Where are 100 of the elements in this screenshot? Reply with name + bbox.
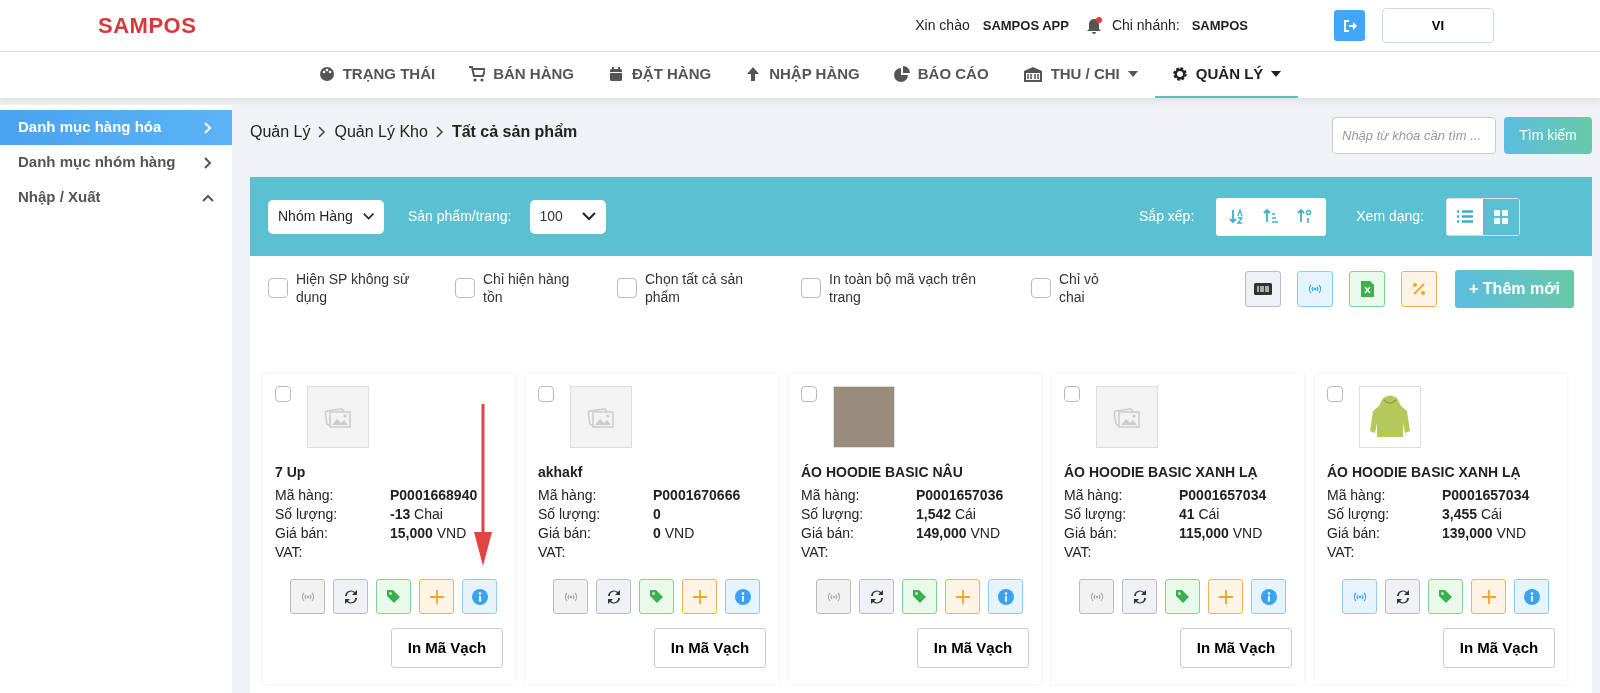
print-barcode-button[interactable]: In Mã Vạch [654,628,766,668]
info-button[interactable] [988,579,1023,614]
sidebar-item[interactable]: Nhập / Xuất [0,180,232,215]
add-button[interactable] [1471,579,1506,614]
info-icon [1523,588,1540,605]
rfid-button[interactable] [290,579,325,614]
search-field[interactable]: Nhập từ khóa cần tìm ... [1332,117,1496,154]
checkbox[interactable] [455,278,475,298]
field-label: Mã hàng: [538,486,598,505]
add-button[interactable] [1208,579,1243,614]
product-name: 7 Up [275,463,307,482]
info-button[interactable] [1514,579,1549,614]
rfid-button[interactable] [1079,579,1114,614]
sort-alphabetical-icon [1229,209,1246,224]
plus-icon [691,588,708,605]
chevron-right-icon [318,126,327,138]
tag-button[interactable] [376,579,411,614]
nav-tab[interactable]: THU / CHI [1005,52,1155,98]
rfid-button[interactable] [553,579,588,614]
product-name: akhakf [538,463,584,482]
sort-amount-icon [1263,209,1280,224]
discount-button[interactable] [1401,271,1438,307]
info-button[interactable] [462,579,497,614]
tag-icon [648,588,665,605]
add-button[interactable] [945,579,980,614]
checkbox[interactable] [801,278,821,298]
checkbox-label: Chỉ vỏ chai [1059,270,1100,306]
nav-tab[interactable]: BÁN HÀNG [452,52,592,98]
field-label: Mã hàng: [1327,486,1387,505]
tag-button[interactable] [1428,579,1463,614]
rfid-button[interactable] [1342,579,1377,614]
breadcrumb-link[interactable]: Quản Lý Kho [334,120,428,144]
pie-chart-icon [893,66,910,82]
tag-button[interactable] [902,579,937,614]
grid-icon [1494,209,1508,224]
field-value: 149,000 VND [916,524,1001,543]
print-barcode-button[interactable]: In Mã Vạch [1180,628,1292,668]
checkbox[interactable] [538,386,554,402]
field-label: Số lượng: [1064,505,1128,524]
print-barcode-button[interactable]: In Mã Vạch [917,628,1029,668]
nav-tab[interactable]: NHẬP HÀNG [728,52,877,98]
refresh-button[interactable] [1122,579,1157,614]
field-value: 0 [653,505,661,524]
refresh-button[interactable] [333,579,368,614]
barcode-button[interactable] [1245,271,1282,307]
info-button[interactable] [1251,579,1286,614]
checkbox[interactable] [268,278,288,298]
refresh-button[interactable] [1385,579,1420,614]
chevron-right-icon [202,121,214,134]
excel-button[interactable] [1349,271,1386,307]
nav-tab[interactable]: QUẢN LÝ [1154,52,1299,98]
refresh-button[interactable] [596,579,631,614]
checkbox[interactable] [1064,386,1080,402]
rfid-button[interactable] [816,579,851,614]
cart-icon [469,66,486,82]
logout-button[interactable] [1334,10,1365,41]
add-button[interactable] [682,579,717,614]
field-label: Số lượng: [801,505,865,524]
field-value: 115,000 VND [1179,524,1263,543]
info-button[interactable] [725,579,760,614]
hoodie-drawing [1367,394,1413,440]
tag-button[interactable] [1165,579,1200,614]
checkbox[interactable] [1031,278,1051,298]
per-page-label: Sản phẩm/trang: [408,207,512,226]
chevron-down-icon [581,212,596,221]
nav-tab[interactable]: BÁO CÁO [876,52,1006,98]
plus-icon [1480,588,1497,605]
app-logo: SAMPOS [98,12,197,40]
print-barcode-button[interactable]: In Mã Vạch [391,628,503,668]
breadcrumb-link[interactable]: Quản Lý [250,120,311,144]
checkbox[interactable] [801,386,817,402]
checkbox[interactable] [1327,386,1343,402]
view-toggle[interactable] [1483,198,1519,235]
refresh-button[interactable] [859,579,894,614]
field-label: Mã hàng: [275,486,335,505]
field-value: 1,542 Cái [916,505,976,524]
per-page-select[interactable]: 100 [529,199,606,234]
add-button[interactable] [419,579,454,614]
field-label: VAT: [801,543,830,562]
refresh-icon [605,588,622,605]
group-select[interactable]: Nhóm Hàng [268,199,384,234]
field-label: Giá bán: [275,524,329,543]
logout-icon [1342,18,1357,33]
refresh-icon [1394,588,1411,605]
rfid-button[interactable] [1297,271,1334,307]
nav-tab[interactable]: TRẠNG THÁI [301,52,453,98]
settings-icon [1171,66,1188,82]
field-value: 0 VND [653,524,695,543]
sidebar-item[interactable]: Danh mục nhóm hàng [0,145,232,180]
print-barcode-button[interactable]: In Mã Vạch [1443,628,1555,668]
sort-label: Sắp xếp: [1139,207,1195,226]
field-label: Mã hàng: [1064,486,1124,505]
percent-icon [1412,282,1427,296]
language-button[interactable]: VI [1382,8,1494,43]
nav-tab[interactable]: ĐẶT HÀNG [591,52,729,98]
checkbox[interactable] [275,386,291,402]
checkbox[interactable] [617,278,637,298]
tag-button[interactable] [639,579,674,614]
field-label: VAT: [538,543,567,562]
checkbox-label: Chọn tất cả sản phẩm [645,270,745,306]
